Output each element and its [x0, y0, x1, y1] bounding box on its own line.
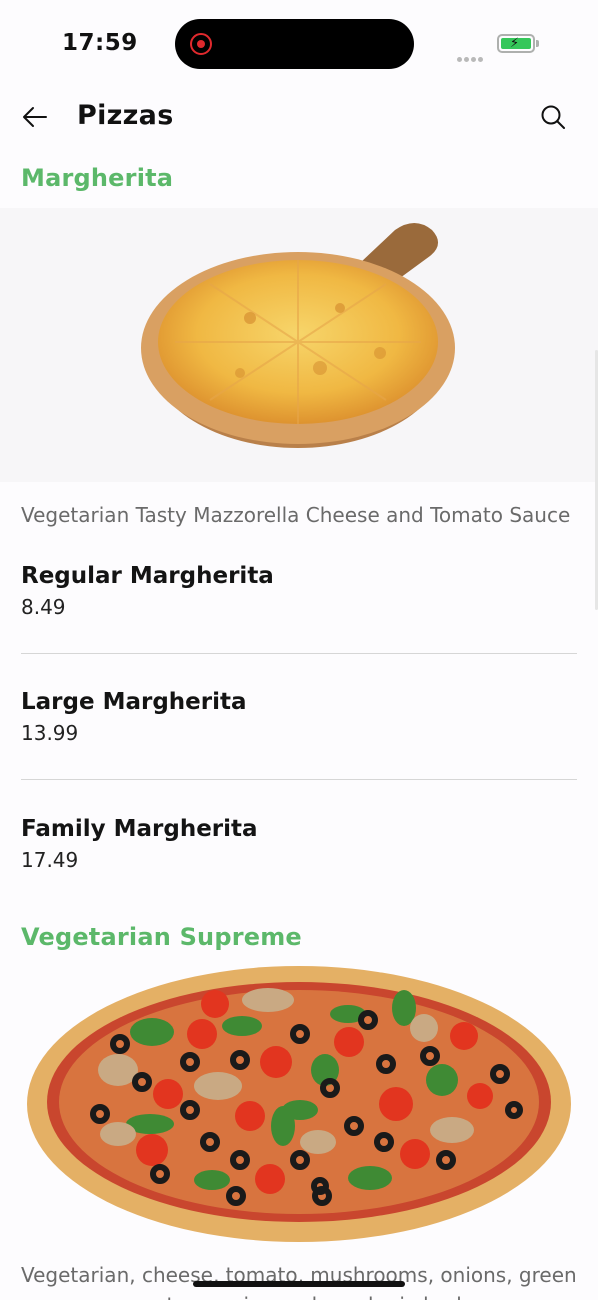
back-button[interactable]	[18, 102, 52, 132]
status-bar: 17:59 ⚡	[0, 0, 598, 88]
margherita-pizza-illustration	[141, 223, 455, 448]
item-price: 17.49	[21, 848, 79, 872]
signal-icon	[457, 47, 485, 66]
home-indicator[interactable]	[193, 1281, 405, 1287]
item-name: Family Margherita	[21, 816, 258, 842]
section-title-margherita: Margherita	[21, 164, 174, 192]
recording-icon	[190, 33, 212, 55]
menu-item[interactable]: Regular Margherita 8.49	[21, 553, 577, 661]
section-title-vegetarian-supreme: Vegetarian Supreme	[21, 923, 302, 951]
search-icon	[541, 105, 565, 129]
vegetarian-supreme-image	[0, 964, 598, 1244]
battery-charging-icon: ⚡	[497, 34, 535, 53]
search-button[interactable]	[536, 100, 570, 134]
dynamic-island	[175, 19, 414, 69]
status-time: 17:59	[62, 30, 138, 56]
menu-item[interactable]: Family Margherita 17.49	[21, 806, 577, 914]
item-price: 13.99	[21, 721, 79, 745]
menu-item[interactable]: Large Margherita 13.99	[21, 679, 577, 787]
menu-content[interactable]: Margherita Vegetarian Tasty Mazzorella C…	[0, 150, 598, 1300]
page-title: Pizzas	[77, 100, 174, 131]
back-arrow-icon	[23, 107, 47, 127]
vegetarian-pizza-illustration	[27, 966, 571, 1242]
divider	[21, 653, 577, 654]
battery-nub	[536, 40, 539, 47]
item-name: Large Margherita	[21, 689, 247, 715]
item-name: Regular Margherita	[21, 563, 274, 589]
section-description-margherita: Vegetarian Tasty Mazzorella Cheese and T…	[21, 503, 571, 527]
divider	[21, 779, 577, 780]
app-header: Pizzas	[0, 88, 598, 150]
margherita-image	[0, 208, 598, 482]
item-price: 8.49	[21, 595, 66, 619]
section-description-vegetarian-supreme: Vegetarian, cheese, tomato, mushrooms, o…	[21, 1263, 577, 1300]
screen: 17:59 ⚡ Pizzas Margherita Vegetarian Tas…	[0, 0, 598, 1300]
